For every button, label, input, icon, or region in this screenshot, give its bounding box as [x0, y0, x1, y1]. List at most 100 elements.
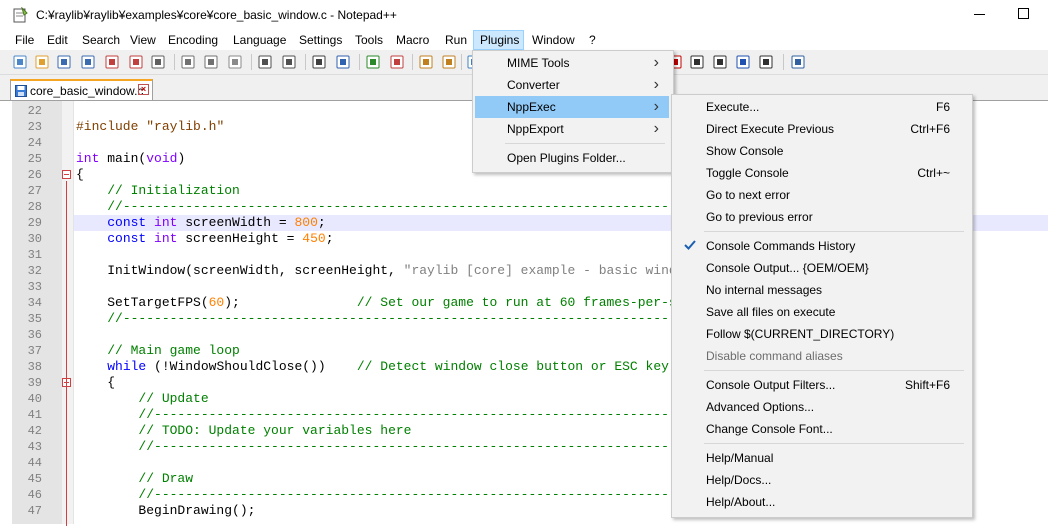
- close-icon[interactable]: [104, 54, 120, 70]
- menu-item-label: Go to previous error: [706, 210, 813, 224]
- menu-item-label: Advanced Options...: [706, 400, 815, 414]
- menu-item-mime-tools[interactable]: MIME Tools ›: [475, 52, 669, 74]
- open-file-icon[interactable]: [34, 54, 50, 70]
- menu-item-direct-execute-previous[interactable]: Direct Execute Previous Ctrl+F6: [674, 118, 968, 140]
- menu-item-console-output-filters[interactable]: Console Output Filters... Shift+F6: [674, 374, 968, 396]
- toolbar-separator: [412, 54, 413, 70]
- copy-icon[interactable]: [203, 54, 219, 70]
- menu-help[interactable]: ?: [583, 30, 602, 50]
- menu-item-help-docs[interactable]: Help/Docs...: [674, 469, 968, 491]
- menu-item-help-manual[interactable]: Help/Manual: [674, 447, 968, 469]
- menu-item-console-commands-history[interactable]: Console Commands History: [674, 235, 968, 257]
- replace-icon[interactable]: [335, 54, 351, 70]
- menu-separator: [704, 370, 964, 371]
- redo-icon[interactable]: [281, 54, 297, 70]
- title-bar: C:¥raylib¥raylib¥examples¥core¥core_basi…: [0, 0, 1048, 30]
- maximize-icon[interactable]: [1018, 8, 1029, 19]
- menu-bar: File Edit Search View Encoding Language Settin…: [0, 30, 1048, 50]
- close-all-icon[interactable]: [128, 54, 144, 70]
- menu-file[interactable]: File: [9, 30, 40, 50]
- menu-encoding[interactable]: Encoding: [162, 30, 224, 50]
- code-text: // TODO: Update your variables here: [138, 423, 412, 438]
- menu-item-label: Help/About...: [706, 495, 776, 509]
- menu-item-converter[interactable]: Converter ›: [475, 74, 669, 96]
- menu-window[interactable]: Window: [526, 30, 581, 50]
- new-file-icon[interactable]: [12, 54, 28, 70]
- menu-item-label: No internal messages: [706, 283, 823, 297]
- cut-icon[interactable]: [180, 54, 196, 70]
- menu-plugins[interactable]: Plugins: [473, 30, 524, 50]
- menu-item-label: Toggle Console: [706, 166, 789, 180]
- minimize-icon[interactable]: [974, 14, 985, 15]
- menu-item-save-all-files-on-execute[interactable]: Save all files on execute: [674, 301, 968, 323]
- tab-core-basic-window[interactable]: core_basic_window.c ×: [10, 79, 153, 100]
- run-console-icon[interactable]: [790, 54, 806, 70]
- line-number: 43: [27, 440, 42, 454]
- menu-item-disable-command-aliases[interactable]: Disable command aliases: [674, 345, 968, 367]
- menu-item-show-console[interactable]: Show Console: [674, 140, 968, 162]
- zoom-in-icon[interactable]: [365, 54, 381, 70]
- line-number: 41: [27, 408, 42, 422]
- line-number: 30: [27, 232, 42, 246]
- line-number: 36: [27, 328, 42, 342]
- save-icon[interactable]: [56, 54, 72, 70]
- line-number: 27: [27, 184, 42, 198]
- menu-item-execute[interactable]: Execute... F6: [674, 96, 968, 118]
- undo-icon[interactable]: [257, 54, 273, 70]
- line-number: 24: [27, 136, 42, 150]
- line-number: 29: [27, 216, 42, 230]
- menu-item-go-to-next-error[interactable]: Go to next error: [674, 184, 968, 206]
- menu-item-console-output-oem-oem[interactable]: Console Output... {OEM/OEM}: [674, 257, 968, 279]
- sync-vertical-icon[interactable]: [418, 54, 434, 70]
- menu-macro[interactable]: Macro: [390, 30, 435, 50]
- menu-item-go-to-previous-error[interactable]: Go to previous error: [674, 206, 968, 228]
- menu-item-label: Show Console: [706, 144, 784, 158]
- nppexec-submenu: Execute... F6 Direct Execute Previous Ctrl+…: [671, 94, 973, 518]
- find-icon[interactable]: [311, 54, 327, 70]
- code-text: InitWindow(screenWidth, screenHeight, "r…: [76, 263, 716, 278]
- fold-toggle-icon[interactable]: [62, 170, 71, 179]
- menu-item-follow-current-directory[interactable]: Follow $(CURRENT_DIRECTORY): [674, 323, 968, 345]
- macro-save-icon[interactable]: [758, 54, 774, 70]
- window-title: C:¥raylib¥raylib¥examples¥core¥core_basi…: [36, 8, 397, 22]
- code-text: // Draw: [138, 471, 194, 486]
- menu-item-toggle-console[interactable]: Toggle Console Ctrl+~: [674, 162, 968, 184]
- menu-language[interactable]: Language: [227, 30, 292, 50]
- print-icon[interactable]: [150, 54, 166, 70]
- line-number: 32: [27, 264, 42, 278]
- menu-run[interactable]: Run: [439, 30, 473, 50]
- menu-tools[interactable]: Tools: [349, 30, 389, 50]
- line-number: 23: [27, 120, 42, 134]
- code-text: // Initialization: [107, 183, 240, 198]
- line-number: 35: [27, 312, 42, 326]
- menu-item-nppexport[interactable]: NppExport ›: [475, 118, 669, 140]
- toolbar-separator: [783, 54, 784, 70]
- menu-item-label: Follow $(CURRENT_DIRECTORY): [706, 327, 895, 341]
- menu-item-advanced-options[interactable]: Advanced Options...: [674, 396, 968, 418]
- paste-icon[interactable]: [227, 54, 243, 70]
- macro-run-multiple-icon[interactable]: [735, 54, 751, 70]
- menu-item-label: MIME Tools: [507, 56, 570, 70]
- menu-separator: [704, 443, 964, 444]
- menu-shortcut: Ctrl+~: [917, 166, 950, 180]
- menu-item-change-console-font[interactable]: Change Console Font...: [674, 418, 968, 440]
- menu-settings[interactable]: Settings: [293, 30, 348, 50]
- menu-item-label: NppExport: [507, 122, 564, 136]
- menu-item-nppexec[interactable]: NppExec ›: [475, 96, 669, 118]
- save-all-icon[interactable]: [80, 54, 96, 70]
- macro-stop-icon[interactable]: [689, 54, 705, 70]
- menu-edit[interactable]: Edit: [41, 30, 74, 50]
- menu-search[interactable]: Search: [76, 30, 126, 50]
- menu-item-help-about[interactable]: Help/About...: [674, 491, 968, 513]
- tab-close-icon[interactable]: ×: [138, 84, 149, 95]
- code-text: {: [76, 375, 116, 390]
- menu-view[interactable]: View: [124, 30, 162, 50]
- zoom-out-icon[interactable]: [389, 54, 405, 70]
- menu-item-open-plugins-folder[interactable]: Open Plugins Folder...: [475, 147, 669, 169]
- line-number: 25: [27, 152, 42, 166]
- menu-item-no-internal-messages[interactable]: No internal messages: [674, 279, 968, 301]
- line-number: 42: [27, 424, 42, 438]
- macro-play-icon[interactable]: [712, 54, 728, 70]
- toolbar-separator: [305, 54, 306, 70]
- sync-horizontal-icon[interactable]: [441, 54, 457, 70]
